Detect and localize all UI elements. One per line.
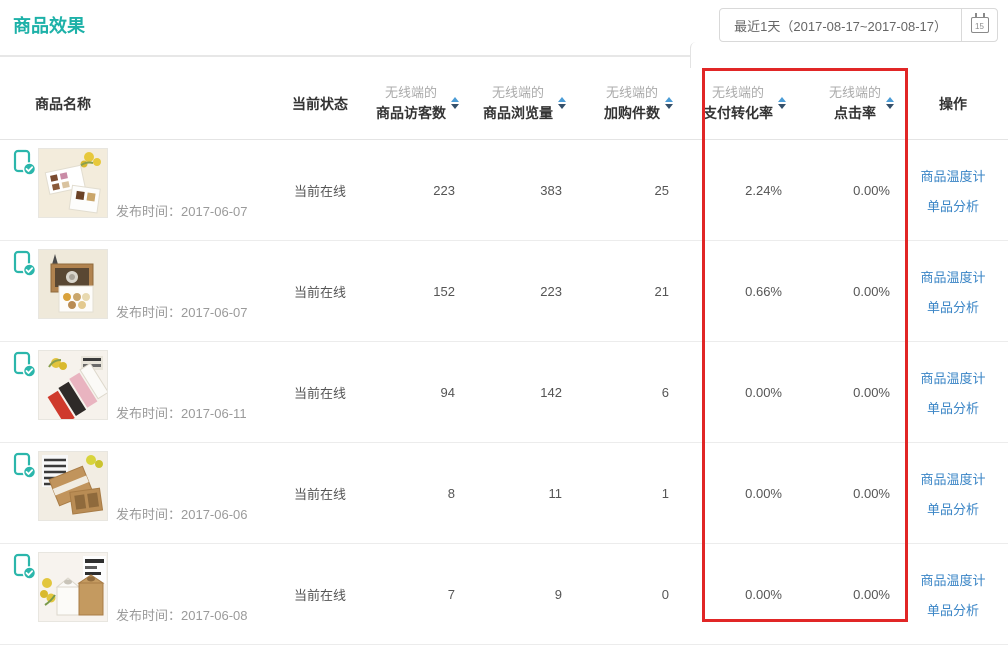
column-header-views[interactable]: 无线端的 商品浏览量 <box>463 84 570 123</box>
thumb-gable-gift-bags <box>39 553 108 622</box>
product-thermometer-link[interactable]: 商品温度计 <box>920 570 985 589</box>
visitors-cell: 8 <box>355 486 463 501</box>
thumb-slim-color-boxes <box>39 351 108 420</box>
status-cell: 当前在线 <box>285 383 355 402</box>
publish-time: 发布时间：2017-06-07 <box>116 302 248 321</box>
publish-time: 发布时间：2017-06-11 <box>116 403 247 422</box>
product-thumbnail[interactable] <box>38 148 108 218</box>
conversion-cell: 0.66% <box>677 284 790 299</box>
product-name-cell[interactable]: 发布时间：2017-06-07 <box>0 140 285 241</box>
publish-time: 发布时间：2017-06-07 <box>116 201 248 220</box>
operations-cell: 商品温度计 单品分析 <box>898 267 1008 316</box>
views-cell: 9 <box>463 587 570 602</box>
single-item-analysis-link[interactable]: 单品分析 <box>927 600 979 619</box>
status-cell: 当前在线 <box>285 181 355 200</box>
sort-caret-icon[interactable] <box>665 97 673 109</box>
single-item-analysis-link[interactable]: 单品分析 <box>927 398 979 417</box>
publish-time: 发布时间：2017-06-06 <box>116 504 248 523</box>
date-range-button[interactable]: 最近1天（2017-08-17~2017-08-17） <box>720 9 961 41</box>
status-cell: 当前在线 <box>285 585 355 604</box>
product-name-cell[interactable]: 发布时间：2017-06-11 <box>0 342 285 443</box>
single-item-analysis-link[interactable]: 单品分析 <box>927 297 979 316</box>
visitors-cell: 223 <box>355 183 463 198</box>
thumb-wooden-drawer-box <box>39 250 108 319</box>
column-header-click-rate[interactable]: 无线端的 点击率 <box>790 84 898 123</box>
ctr-cell: 0.00% <box>790 587 898 602</box>
sort-caret-icon[interactable] <box>778 97 786 109</box>
product-table: 商品名称 当前状态 无线端的 商品访客数 无线端的 商品浏览量 无线端的 <box>0 68 1008 645</box>
product-thermometer-link[interactable]: 商品温度计 <box>920 368 985 387</box>
add-cart-cell: 0 <box>570 587 677 602</box>
product-thumbnail[interactable] <box>38 350 108 420</box>
status-cell: 当前在线 <box>285 484 355 503</box>
table-row: 发布时间：2017-06-07 当前在线 152 223 21 0.66% 0.… <box>0 241 1008 342</box>
add-cart-cell: 25 <box>570 183 677 198</box>
ctr-cell: 0.00% <box>790 284 898 299</box>
status-cell: 当前在线 <box>285 282 355 301</box>
table-row: 发布时间：2017-06-11 当前在线 94 142 6 0.00% 0.00… <box>0 342 1008 443</box>
views-cell: 223 <box>463 284 570 299</box>
conversion-cell: 0.00% <box>677 587 790 602</box>
page-title: 商品效果 <box>13 12 85 38</box>
add-cart-cell: 1 <box>570 486 677 501</box>
sort-caret-icon[interactable] <box>558 97 566 109</box>
thumb-kraft-drawer-boxes <box>39 452 108 521</box>
product-thermometer-link[interactable]: 商品温度计 <box>920 267 985 286</box>
conversion-cell: 0.00% <box>677 385 790 400</box>
product-thermometer-link[interactable]: 商品温度计 <box>920 469 985 488</box>
visitors-cell: 94 <box>355 385 463 400</box>
add-cart-cell: 6 <box>570 385 677 400</box>
single-item-analysis-link[interactable]: 单品分析 <box>927 499 979 518</box>
column-header-product-name: 商品名称 <box>0 94 285 114</box>
product-thumbnail[interactable] <box>38 552 108 622</box>
table-row: 发布时间：2017-06-06 当前在线 8 11 1 0.00% 0.00% … <box>0 443 1008 544</box>
column-header-operations: 操作 <box>898 94 1008 114</box>
table-body: 发布时间：2017-06-07 当前在线 223 383 25 2.24% 0.… <box>0 140 1008 645</box>
calendar-icon: 15 <box>971 17 989 33</box>
operations-cell: 商品温度计 单品分析 <box>898 166 1008 215</box>
column-header-visitors[interactable]: 无线端的 商品访客数 <box>355 84 463 123</box>
date-range-control: 最近1天（2017-08-17~2017-08-17） 15 <box>719 8 998 42</box>
conversion-cell: 0.00% <box>677 486 790 501</box>
calendar-button[interactable]: 15 <box>961 9 997 41</box>
thumb-white-chocolate-boxes <box>39 149 108 218</box>
product-performance-page: 商品效果 最近1天（2017-08-17~2017-08-17） 15 商品名称… <box>0 0 1008 645</box>
ctr-cell: 0.00% <box>790 183 898 198</box>
ctr-cell: 0.00% <box>790 385 898 400</box>
operations-cell: 商品温度计 单品分析 <box>898 368 1008 417</box>
column-header-status: 当前状态 <box>285 94 355 114</box>
sort-caret-icon[interactable] <box>451 97 459 109</box>
product-name-cell[interactable]: 发布时间：2017-06-07 <box>0 241 285 342</box>
table-header-row: 商品名称 当前状态 无线端的 商品访客数 无线端的 商品浏览量 无线端的 <box>0 68 1008 140</box>
table-row: 发布时间：2017-06-07 当前在线 223 383 25 2.24% 0.… <box>0 140 1008 241</box>
product-thumbnail[interactable] <box>38 451 108 521</box>
mobile-verified-icon <box>13 149 37 182</box>
product-thumbnail[interactable] <box>38 249 108 319</box>
date-panel-edge <box>690 42 1008 68</box>
table-row: 发布时间：2017-06-08 当前在线 7 9 0 0.00% 0.00% 商… <box>0 544 1008 645</box>
product-name-cell[interactable]: 发布时间：2017-06-08 <box>0 544 285 645</box>
single-item-analysis-link[interactable]: 单品分析 <box>927 196 979 215</box>
mobile-verified-icon <box>13 452 37 485</box>
visitors-cell: 7 <box>355 587 463 602</box>
mobile-verified-icon <box>13 250 37 283</box>
column-header-add-cart[interactable]: 无线端的 加购件数 <box>570 84 677 123</box>
views-cell: 11 <box>463 486 570 501</box>
visitors-cell: 152 <box>355 284 463 299</box>
mobile-verified-icon <box>13 553 37 586</box>
operations-cell: 商品温度计 单品分析 <box>898 469 1008 518</box>
views-cell: 142 <box>463 385 570 400</box>
conversion-cell: 2.24% <box>677 183 790 198</box>
column-header-pay-conversion[interactable]: 无线端的 支付转化率 <box>677 84 790 123</box>
ctr-cell: 0.00% <box>790 486 898 501</box>
operations-cell: 商品温度计 单品分析 <box>898 570 1008 619</box>
views-cell: 383 <box>463 183 570 198</box>
sort-caret-icon[interactable] <box>886 97 894 109</box>
product-name-cell[interactable]: 发布时间：2017-06-06 <box>0 443 285 544</box>
product-thermometer-link[interactable]: 商品温度计 <box>920 166 985 185</box>
publish-time: 发布时间：2017-06-08 <box>116 605 248 624</box>
add-cart-cell: 21 <box>570 284 677 299</box>
mobile-verified-icon <box>13 351 37 384</box>
